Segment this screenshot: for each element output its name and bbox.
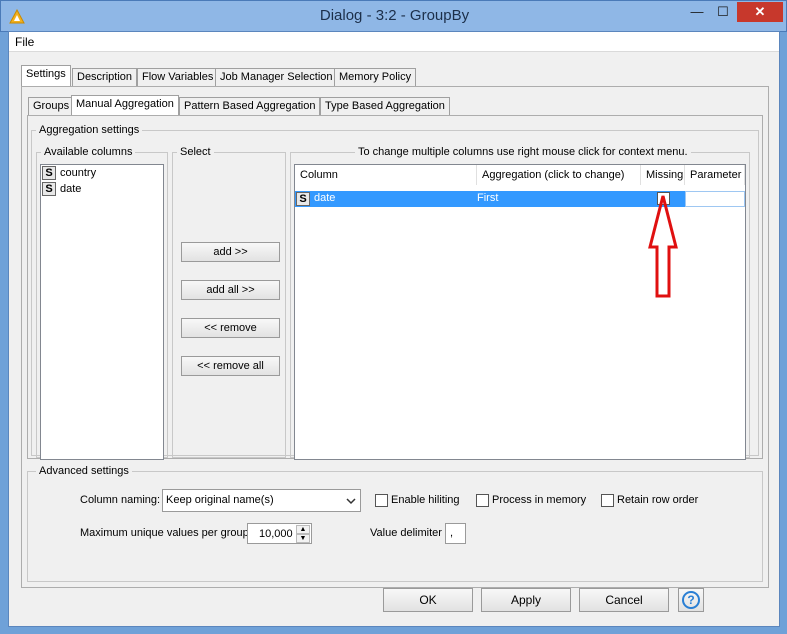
menu-file[interactable]: File: [15, 35, 34, 49]
string-type-icon: S: [42, 166, 56, 180]
tab-settings[interactable]: Settings: [21, 65, 71, 86]
tab-job-manager-selection[interactable]: Job Manager Selection: [215, 68, 338, 87]
header-column[interactable]: Column: [295, 165, 477, 185]
apply-button[interactable]: Apply: [481, 588, 571, 612]
advanced-settings-group: Advanced settings Column naming: Keep or…: [27, 465, 763, 582]
aggregation-table-legend: To change multiple columns use right mou…: [358, 146, 688, 158]
tab-groups[interactable]: Groups: [28, 97, 75, 116]
list-item[interactable]: Sdate: [42, 182, 81, 198]
tab-manual-aggregation[interactable]: Manual Aggregation: [71, 95, 179, 116]
menu-bar: File: [9, 32, 779, 52]
process-in-memory-checkbox[interactable]: [476, 494, 489, 507]
row-aggregation-method[interactable]: First: [477, 192, 498, 204]
max-unique-values-spinner[interactable]: 10,000 ▲ ▼: [247, 523, 312, 544]
column-naming-value: Keep original name(s): [166, 494, 274, 506]
help-button[interactable]: ?: [678, 588, 704, 612]
available-columns-group: Available columns Scountry Sdate: [36, 146, 168, 460]
maximize-button[interactable]: ☐: [710, 2, 736, 22]
string-type-icon: S: [42, 182, 56, 196]
process-in-memory-label: Process in memory: [492, 494, 587, 506]
select-legend: Select: [180, 146, 211, 158]
tab-pattern-based-aggregation[interactable]: Pattern Based Aggregation: [179, 97, 321, 116]
max-unique-values-value: 10,000: [259, 528, 293, 540]
header-parameter[interactable]: Parameter: [685, 165, 745, 185]
title-bar[interactable]: Dialog - 3:2 - GroupBy — ☐ ✕: [0, 0, 787, 32]
row-column-name: date: [314, 192, 336, 204]
column-naming-select[interactable]: Keep original name(s): [162, 489, 361, 512]
window-title: Dialog - 3:2 - GroupBy: [319, 7, 470, 24]
tab-description[interactable]: Description: [72, 68, 138, 87]
close-button[interactable]: ✕: [737, 2, 783, 22]
list-item[interactable]: Scountry: [42, 166, 96, 182]
add-button[interactable]: add >>: [181, 242, 280, 262]
parameter-cell[interactable]: [685, 191, 745, 207]
tab-memory-policy[interactable]: Memory Policy: [334, 68, 417, 87]
add-all-button[interactable]: add all >>: [181, 280, 280, 300]
value-delimiter-label: Value delimiter: [370, 527, 442, 539]
string-type-icon: S: [296, 192, 310, 206]
tab-type-based-aggregation[interactable]: Type Based Aggregation: [320, 97, 450, 116]
minimize-button[interactable]: —: [684, 2, 710, 22]
column-name: date: [60, 182, 82, 195]
spin-down-icon[interactable]: ▼: [296, 534, 310, 543]
column-name: country: [60, 166, 97, 179]
settings-panel: Groups Manual Aggregation Pattern Based …: [21, 86, 769, 588]
cancel-button[interactable]: Cancel: [579, 588, 669, 612]
remove-button[interactable]: << remove: [181, 318, 280, 338]
select-group: Select add >> add all >> << remove << re…: [172, 146, 286, 458]
ok-button[interactable]: OK: [383, 588, 473, 612]
spin-up-icon[interactable]: ▲: [296, 525, 310, 534]
help-icon: ?: [682, 591, 700, 609]
enable-hiliting-label: Enable hiliting: [391, 494, 460, 506]
max-unique-values-label: Maximum unique values per group: [80, 527, 249, 539]
available-columns-legend: Available columns: [44, 146, 133, 158]
dialog-client: File Settings Description Flow Variables…: [8, 31, 780, 627]
retain-row-order-checkbox[interactable]: [601, 494, 614, 507]
aggregation-settings-legend: Aggregation settings: [39, 124, 140, 136]
advanced-settings-legend: Advanced settings: [39, 465, 129, 477]
enable-hiliting-checkbox[interactable]: [375, 494, 388, 507]
tab-flow-variables[interactable]: Flow Variables: [137, 68, 219, 87]
annotation-arrow-icon: [648, 195, 678, 298]
chevron-down-icon: [346, 498, 356, 505]
remove-all-button[interactable]: << remove all: [181, 356, 280, 376]
retain-row-order-label: Retain row order: [617, 494, 699, 506]
header-missing[interactable]: Missing: [641, 165, 685, 185]
header-aggregation[interactable]: Aggregation (click to change): [477, 165, 641, 185]
value-delimiter-input[interactable]: ,: [445, 523, 466, 544]
column-naming-label: Column naming:: [80, 494, 161, 506]
available-columns-list[interactable]: Scountry Sdate: [40, 164, 164, 460]
